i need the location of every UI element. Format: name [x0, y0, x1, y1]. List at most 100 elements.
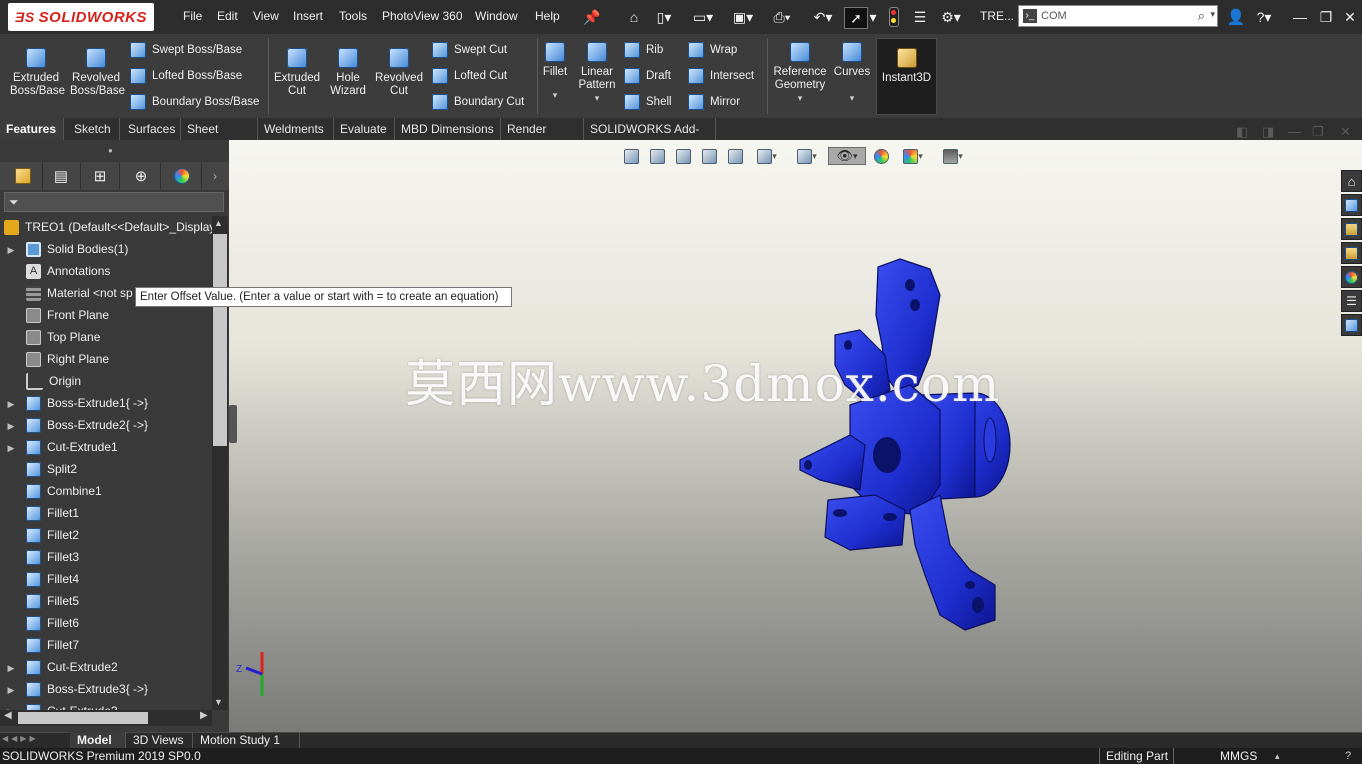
tree-item[interactable]: A Annotations: [4, 260, 110, 282]
instant3d-button[interactable]: Instant3D: [876, 38, 937, 115]
dimxpert-manager-tab-icon[interactable]: ⊕: [122, 163, 161, 189]
tree-item[interactable]: Combine1: [4, 480, 102, 502]
tree-item[interactable]: ▶ Cut-Extrude1: [4, 436, 118, 458]
tree-item[interactable]: Right Plane: [4, 348, 109, 370]
menu-view[interactable]: View: [253, 9, 279, 23]
lofted-cut-button[interactable]: Lofted Cut: [432, 67, 524, 85]
previous-view-icon[interactable]: [672, 147, 694, 165]
viewport-minimize-icon[interactable]: —: [1288, 124, 1301, 139]
expand-arrow-icon[interactable]: ▶: [4, 393, 18, 415]
save-icon[interactable]: ▣▾: [728, 7, 758, 27]
solidworks-logo[interactable]: ƎS SOLIDWORKS: [8, 3, 154, 31]
file-properties-icon[interactable]: ☰: [910, 7, 930, 27]
tree-item[interactable]: Fillet3: [4, 546, 79, 568]
mirror-button[interactable]: Mirror: [688, 93, 754, 111]
open-folder-icon[interactable]: ▭▾: [688, 7, 718, 27]
task-pane-appearances-icon[interactable]: [1341, 266, 1362, 288]
rib-button[interactable]: Rib: [624, 41, 672, 59]
expand-arrow-icon[interactable]: ▶: [4, 657, 18, 679]
tree-item[interactable]: ▶ Solid Bodies(1): [4, 238, 128, 260]
boundary-boss-button[interactable]: Boundary Boss/Base: [130, 93, 259, 111]
zoom-to-area-icon[interactable]: [646, 147, 668, 165]
tab-features[interactable]: Features: [0, 118, 64, 140]
scroll-down-icon[interactable]: ▼: [214, 697, 223, 707]
tab-solidworks-addins[interactable]: SOLIDWORKS Add-Ins: [584, 118, 716, 158]
tab-sketch[interactable]: Sketch: [64, 118, 120, 140]
viewport-restore-icon[interactable]: ❐: [1312, 124, 1324, 140]
undo-icon[interactable]: ↶▾: [806, 7, 840, 27]
model-steering-knuckle[interactable]: [790, 255, 1020, 640]
viewport-tile-left-icon[interactable]: ◧: [1236, 124, 1248, 140]
status-help-icon[interactable]: ?: [1345, 748, 1351, 764]
hide-show-items-icon[interactable]: 👁 ▾: [828, 147, 866, 165]
tree-item[interactable]: Split2: [4, 458, 77, 480]
menu-photoview[interactable]: PhotoView 360: [382, 9, 463, 23]
expand-arrow-icon[interactable]: ▶: [4, 415, 18, 437]
configuration-manager-tab-icon[interactable]: ⊞: [81, 163, 120, 189]
scroll-right-icon[interactable]: ▶: [200, 710, 208, 721]
tab-model[interactable]: Model: [70, 732, 126, 748]
tree-item[interactable]: Fillet6: [4, 612, 79, 634]
search-dropdown-icon[interactable]: ▾: [1210, 9, 1215, 20]
tree-item[interactable]: Fillet4: [4, 568, 79, 590]
wrap-button[interactable]: Wrap: [688, 41, 754, 59]
tab-weldments[interactable]: Weldments: [258, 118, 334, 140]
view-orientation-icon[interactable]: ▾: [750, 147, 784, 165]
display-style-icon[interactable]: ▾: [790, 147, 824, 165]
feature-manager-tab-icon[interactable]: [4, 163, 43, 189]
viewport-close-icon[interactable]: ✕: [1340, 124, 1351, 140]
panel-collapse-handle[interactable]: [229, 405, 237, 443]
print-icon[interactable]: ⎙▾: [766, 7, 798, 27]
tree-item[interactable]: Fillet7: [4, 634, 79, 656]
scroll-up-icon[interactable]: ▲: [214, 218, 223, 228]
section-view-icon[interactable]: [698, 147, 720, 165]
linear-pattern-button[interactable]: Linear Pattern ▾: [576, 42, 618, 105]
edit-appearance-icon[interactable]: [870, 147, 892, 165]
tree-root-part[interactable]: TREO1 (Default<<Default>_Display: [2, 216, 215, 238]
home-icon[interactable]: ⌂: [624, 7, 644, 27]
options-gear-icon[interactable]: ⚙▾: [934, 7, 968, 27]
scroll-left-icon[interactable]: ◀: [4, 710, 12, 721]
rebuild-traffic-light-icon[interactable]: [886, 7, 902, 27]
user-account-icon[interactable]: 👤: [1227, 7, 1246, 27]
apply-scene-icon[interactable]: ▾: [896, 147, 930, 165]
tree-item[interactable]: Top Plane: [4, 326, 100, 348]
expand-arrow-icon[interactable]: ▶: [4, 437, 18, 459]
tree-horizontal-scroll-thumb[interactable]: [18, 712, 148, 724]
display-manager-tab-icon[interactable]: [163, 163, 202, 189]
hole-wizard-button[interactable]: Hole Wizard: [326, 48, 370, 98]
search-icon[interactable]: ⌕: [1198, 8, 1205, 24]
swept-boss-button[interactable]: Swept Boss/Base: [130, 41, 259, 59]
swept-cut-button[interactable]: Swept Cut: [432, 41, 524, 59]
boundary-cut-button[interactable]: Boundary Cut: [432, 93, 524, 111]
window-restore-icon[interactable]: ❐: [1318, 7, 1334, 27]
intersect-button[interactable]: Intersect: [688, 67, 754, 85]
task-pane-design-library-icon[interactable]: [1341, 194, 1362, 216]
task-pane-home-icon[interactable]: ⌂: [1341, 170, 1362, 192]
tab-mbd-dimensions[interactable]: MBD Dimensions: [395, 118, 501, 140]
window-minimize-icon[interactable]: —: [1292, 7, 1308, 27]
viewport-tile-right-icon[interactable]: ◨: [1262, 124, 1274, 140]
tree-item[interactable]: ▶ Boss-Extrude3{ ->}: [4, 678, 148, 700]
tree-item[interactable]: Material <not sp: [4, 282, 133, 304]
extruded-boss-button[interactable]: Extruded Boss/Base: [6, 48, 66, 98]
tree-item[interactable]: Fillet2: [4, 524, 79, 546]
pin-icon[interactable]: 📌: [582, 7, 602, 27]
property-manager-tab-icon[interactable]: ▤: [42, 163, 81, 189]
revolved-cut-button[interactable]: Revolved Cut: [374, 48, 424, 98]
window-close-icon[interactable]: ✕: [1342, 7, 1358, 27]
zoom-to-fit-icon[interactable]: [620, 147, 642, 165]
tab-sheet-metal[interactable]: Sheet Metal: [181, 118, 258, 158]
task-pane-file-explorer-icon[interactable]: [1341, 218, 1362, 240]
units-dropdown-icon[interactable]: ▴: [1275, 748, 1280, 764]
expand-arrow-icon[interactable]: ▶: [4, 239, 18, 261]
menu-tools[interactable]: Tools: [339, 9, 367, 23]
view-settings-icon[interactable]: ▾: [936, 147, 970, 165]
tab-scroll-arrows-icon[interactable]: ◀◀▶▶: [2, 734, 66, 746]
tree-item[interactable]: ▶ Boss-Extrude1{ ->}: [4, 392, 148, 414]
tree-item[interactable]: Front Plane: [4, 304, 109, 326]
expand-arrow-icon[interactable]: ▶: [4, 679, 18, 701]
select-dropdown-icon[interactable]: ▾: [868, 7, 878, 27]
task-pane-forum-icon[interactable]: [1341, 314, 1362, 336]
tree-item[interactable]: ▶ Cut-Extrude2: [4, 656, 118, 678]
